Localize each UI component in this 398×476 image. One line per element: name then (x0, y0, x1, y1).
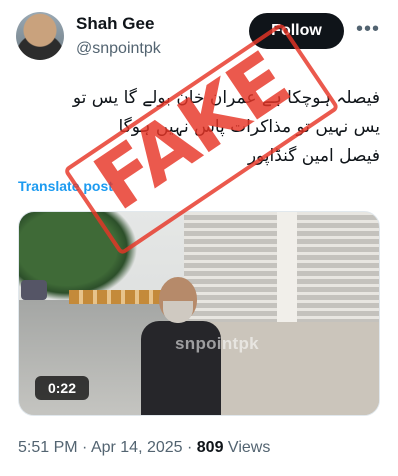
avatar[interactable] (16, 12, 64, 60)
post-time[interactable]: 5:51 PM (18, 439, 78, 456)
author-handle[interactable]: @snpointpk (76, 40, 161, 58)
views-count: 809 (196, 439, 224, 456)
post-meta: 5:51 PM · Apr 14, 2025 · 809 Views (18, 439, 270, 457)
views-label: Views (223, 439, 271, 456)
video-duration-badge: 0:22 (35, 376, 89, 400)
meta-separator: · (182, 439, 197, 456)
video-watermark: snpointpk (175, 334, 259, 353)
car (21, 280, 47, 300)
post-date[interactable]: Apr 14, 2025 (91, 439, 183, 456)
more-dots-icon[interactable]: ••• (356, 18, 380, 41)
pillar (277, 212, 297, 322)
man-beard (163, 301, 193, 323)
meta-separator: · (77, 439, 91, 456)
video-player[interactable]: snpointpk 0:22 (18, 211, 380, 416)
author-name[interactable]: Shah Gee (76, 14, 154, 34)
